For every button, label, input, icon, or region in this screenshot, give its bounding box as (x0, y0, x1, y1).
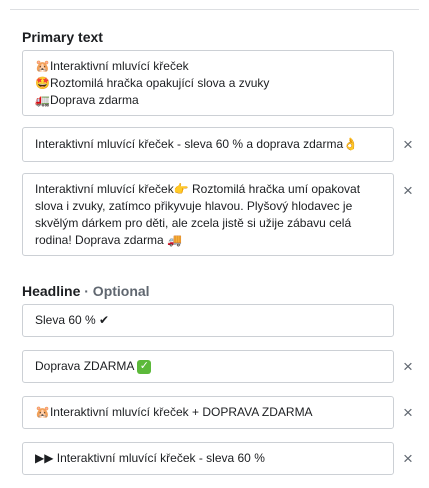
text-value: Doprava ZDARMA (35, 359, 135, 373)
text-value: Sleva 60 % ✔ (35, 313, 110, 327)
primary-text-title: Primary text (22, 29, 103, 45)
text-value: Interaktivní mluvící křeček - sleva 60 %… (35, 137, 359, 151)
text-value: 🐹Interaktivní mluvící křeček + DOPRAVA Z… (35, 405, 313, 419)
primary-text-title-label: Primary text (22, 29, 103, 45)
text-line: 🐹Interaktivní mluvící křeček (35, 59, 189, 73)
text-line: slova i zvuky, zatímco přikyvuje hlavou.… (35, 199, 353, 213)
text-line: rodina! Doprava zdarma 🚚 (35, 233, 183, 247)
remove-headline-4-close-icon[interactable]: × (398, 449, 418, 469)
remove-headline-3-close-icon[interactable]: × (398, 403, 418, 423)
primary-text-field-2[interactable]: Interaktivní mluvící křeček - sleva 60 %… (22, 127, 394, 162)
headline-field-1[interactable]: Sleva 60 % ✔ (22, 304, 394, 337)
headline-title: Headline · Optional (22, 283, 150, 299)
check-mark-icon: ✓ (137, 359, 152, 374)
remove-headline-2-close-icon[interactable]: × (398, 357, 418, 377)
text-line: 🚛Doprava zdarma (35, 93, 139, 107)
headline-field-3[interactable]: 🐹Interaktivní mluvící křeček + DOPRAVA Z… (22, 396, 394, 429)
remove-primary-text-2-close-icon[interactable]: × (398, 135, 418, 155)
remove-primary-text-3-close-icon[interactable]: × (398, 181, 418, 201)
text-line: skvělým dárkem pro děti, ale zcela jistě… (35, 216, 352, 230)
text-value: ▶▶ Interaktivní mluvící křeček - sleva 6… (35, 451, 265, 465)
text-line: 🤩Roztomilá hračka opakující slova a zvuk… (35, 76, 270, 90)
headline-optional-label: · Optional (84, 283, 150, 299)
headline-field-4[interactable]: ▶▶ Interaktivní mluvící křeček - sleva 6… (22, 442, 394, 475)
primary-text-field-3[interactable]: Interaktivní mluvící křeček👉 Roztomilá h… (22, 173, 394, 256)
headline-field-2[interactable]: Doprava ZDARMA ✓ (22, 350, 394, 383)
text-line: Interaktivní mluvící křeček👉 Roztomilá h… (35, 182, 361, 196)
top-divider (10, 9, 419, 10)
primary-text-field-1[interactable]: 🐹Interaktivní mluvící křeček 🤩Roztomilá … (22, 50, 394, 116)
headline-title-label: Headline (22, 283, 81, 299)
